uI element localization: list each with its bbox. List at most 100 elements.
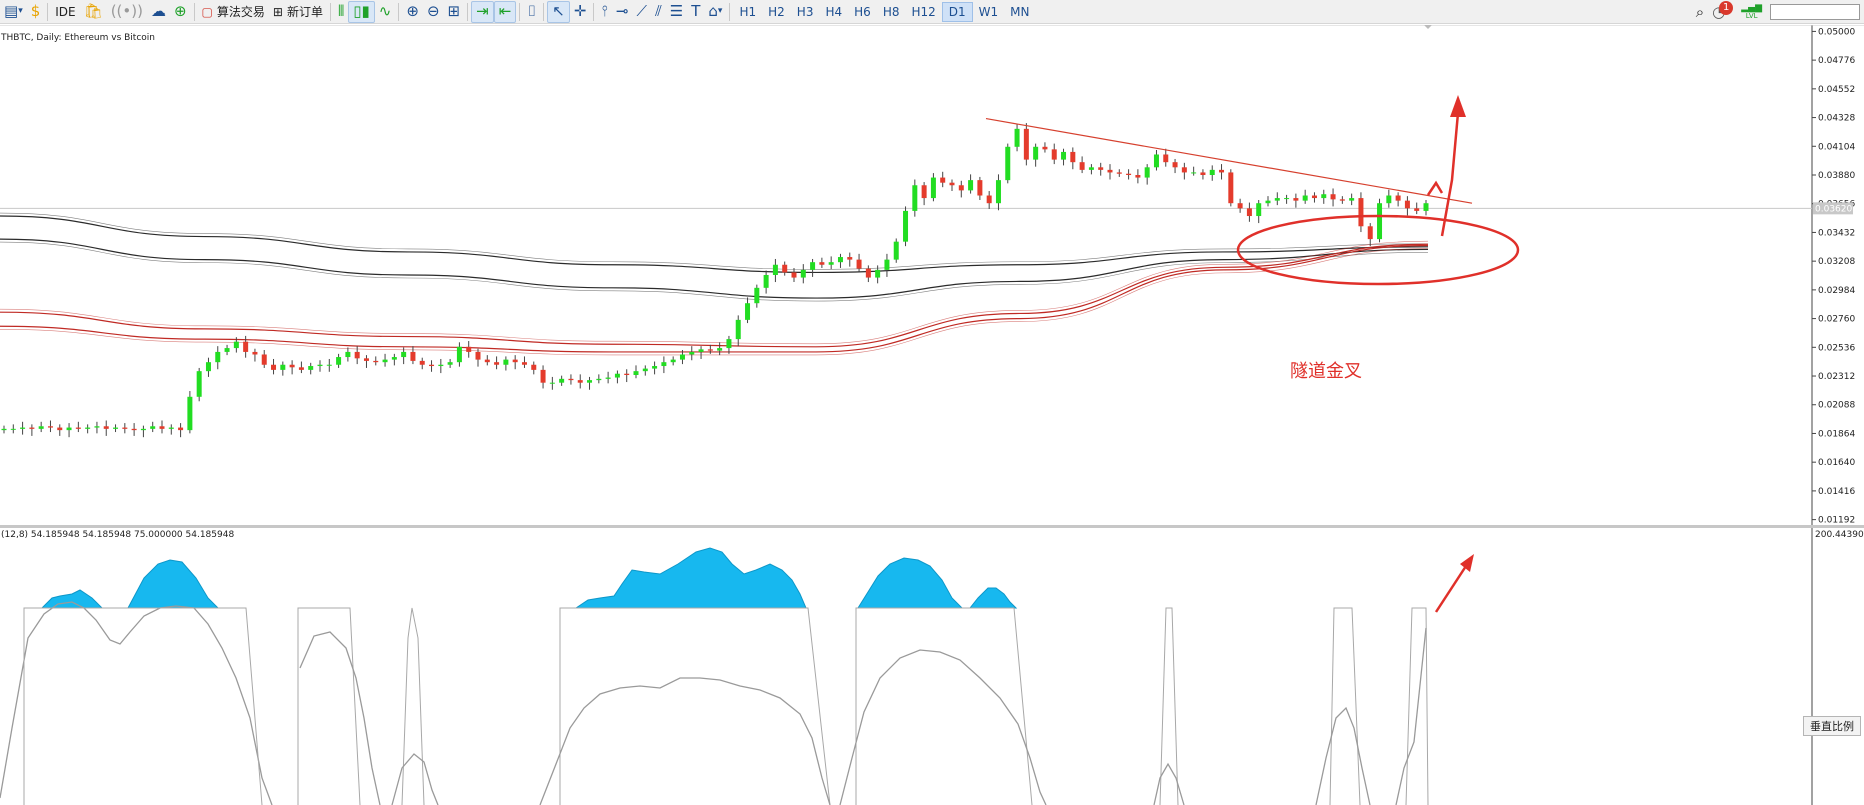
candle-body xyxy=(1330,194,1336,200)
level-label: LVL xyxy=(1745,12,1758,20)
timeframe-h12[interactable]: H12 xyxy=(905,2,941,22)
timeframe-h6[interactable]: H6 xyxy=(848,2,877,22)
candle-body xyxy=(456,346,462,363)
indicator-signal-line xyxy=(539,677,831,805)
timeframe-h3[interactable]: H3 xyxy=(791,2,820,22)
main-toolbar: ▤ ▾ $ IDE 🛍 ((•)) ☁ ⊕ ▢ 算法交易 ⊞ 新订单 ⫴ ▯▮ ∿ ⊕… xyxy=(0,0,1864,24)
vertical-line-button[interactable]: ⫯ xyxy=(597,1,612,23)
candle-body xyxy=(401,351,407,358)
search-button[interactable]: ⌕ xyxy=(1692,1,1708,23)
grid-icon: ⊞ xyxy=(447,2,461,20)
candle-body xyxy=(1423,203,1429,211)
autoscroll-button[interactable]: ⇥ xyxy=(471,0,494,23)
candle-body xyxy=(447,362,453,365)
toolbar-separator xyxy=(729,2,731,21)
indicator-window[interactable]: 200.443904 xyxy=(0,528,1864,805)
candle-body xyxy=(271,364,277,370)
candle-body xyxy=(140,428,146,431)
price-axis-label: 0.03432 xyxy=(1818,228,1855,238)
cursor-button[interactable]: ↖ xyxy=(547,0,570,23)
timeframe-d1[interactable]: D1 xyxy=(941,1,973,22)
bar-chart-button[interactable]: ⫴ xyxy=(334,1,348,23)
price-axis-label: 0.03208 xyxy=(1818,257,1855,267)
candle-body xyxy=(122,427,128,429)
fibonacci-button[interactable]: ☰ xyxy=(666,1,687,23)
candle-body xyxy=(642,368,648,372)
shapes-button[interactable]: ⌂ ▾ xyxy=(704,1,726,23)
candle-body xyxy=(1033,146,1039,160)
horizontal-line-button[interactable]: ⊸ xyxy=(612,1,633,23)
trendline-button[interactable]: ⟋ xyxy=(633,1,652,23)
ide-button[interactable]: IDE xyxy=(51,1,79,23)
cloud-button[interactable]: ☁ xyxy=(147,1,170,23)
candle-body xyxy=(1386,195,1392,204)
candle-body xyxy=(410,351,416,361)
timeframe-mn[interactable]: MN xyxy=(1004,2,1035,22)
toolbar-separator xyxy=(593,2,595,21)
toolbar-search-field[interactable] xyxy=(1770,4,1860,20)
candle-body xyxy=(20,427,26,429)
price-axis-label: 0.02536 xyxy=(1818,343,1855,353)
timeframe-h4[interactable]: H4 xyxy=(819,2,848,22)
zoom-out-button[interactable]: ⊖ xyxy=(423,1,444,23)
market-button[interactable]: $ xyxy=(27,1,45,23)
candle-body xyxy=(1302,195,1308,201)
price-chart[interactable]: 0.05000 0.04776 0.04552 0.04328 0.04104 0.038… xyxy=(0,25,1864,525)
text-tool-button[interactable]: T xyxy=(687,1,704,23)
candle-body xyxy=(521,362,527,365)
indicator-signal-line xyxy=(839,649,1047,805)
timeframe-w1[interactable]: W1 xyxy=(973,2,1005,22)
new-order-button[interactable]: ⊞ 新订单 xyxy=(269,1,327,23)
crosshair-button[interactable]: ✛ xyxy=(570,1,591,23)
candle-body xyxy=(484,359,490,363)
candle-body xyxy=(633,371,639,375)
zoom-in-button[interactable]: ⊕ xyxy=(402,1,423,23)
level-button[interactable]: ▂▄▆ LVL xyxy=(1737,1,1766,23)
timeframe-h1[interactable]: H1 xyxy=(733,2,762,22)
candle-body xyxy=(689,351,695,355)
candle-body xyxy=(187,396,193,431)
candle-body xyxy=(1191,172,1197,174)
toolbar-right: ⌕ ◔ 1 ▂▄▆ LVL xyxy=(1692,0,1864,24)
candle-body xyxy=(205,362,211,372)
timeframe-h2[interactable]: H2 xyxy=(762,2,791,22)
candle-body xyxy=(707,349,713,351)
timeframe-bar: H1 H2 H3 H4 H6 H8 H12 D1 W1 MN xyxy=(733,1,1035,22)
channel-button[interactable]: ⫽ xyxy=(651,1,666,23)
candle-body xyxy=(1163,154,1169,163)
candle-body xyxy=(29,427,35,429)
candle-body xyxy=(726,339,732,349)
timeframe-h8[interactable]: H8 xyxy=(877,2,906,22)
candle-body xyxy=(1219,169,1225,173)
market-bag-button[interactable]: 🛍 xyxy=(80,1,107,23)
chart-menu-button[interactable]: ▤ ▾ xyxy=(0,1,27,23)
line-chart-button[interactable]: ∿ xyxy=(375,1,396,23)
candle-body xyxy=(75,427,81,429)
line-chart-icon: ∿ xyxy=(378,2,392,20)
candle-body xyxy=(252,351,258,355)
notifications-button[interactable]: ◔ 1 xyxy=(1708,1,1737,23)
candle-body xyxy=(995,180,1001,204)
chart-shift-button[interactable]: ⇤ xyxy=(493,0,517,23)
candle-body xyxy=(875,269,881,278)
candle-body xyxy=(540,369,546,383)
candle-body xyxy=(345,351,351,358)
candle-chart-button[interactable]: ▯▮ xyxy=(348,0,375,23)
candle-body xyxy=(1107,169,1113,173)
channel-icon: ⫽ xyxy=(655,2,662,20)
candle-body xyxy=(466,346,472,352)
price-axis-label: 0.02088 xyxy=(1818,401,1855,411)
signals-button[interactable]: ((•)) xyxy=(107,1,147,23)
vps-button[interactable]: ⊕ xyxy=(170,1,191,23)
candle-body xyxy=(233,341,239,349)
new-order-icon: ⊞ xyxy=(272,4,283,19)
screenshot-button[interactable]: ⌷ xyxy=(523,1,540,23)
indicator-step-line xyxy=(23,607,263,805)
candle-body xyxy=(670,359,676,363)
candle-body xyxy=(1358,198,1364,227)
algo-trading-button[interactable]: ▢ 算法交易 xyxy=(198,1,269,23)
candle-body xyxy=(614,373,620,378)
tile-windows-button[interactable]: ⊞ xyxy=(444,1,465,23)
vertical-scale-button[interactable]: 垂直比例 xyxy=(1803,716,1861,736)
vertical-line-icon: ⫯ xyxy=(601,2,608,20)
